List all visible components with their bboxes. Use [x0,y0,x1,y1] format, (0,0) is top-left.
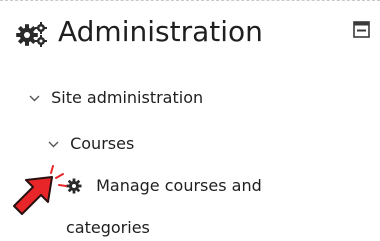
tree-item-site-administration[interactable]: Site administration [28,85,203,111]
pointer-arrow-icon [13,165,67,215]
tree-item-label: Site administration [51,88,204,107]
block-title: Administration [58,15,263,48]
tree-item-manage-courses-continued[interactable]: categories [66,215,150,241]
block-top-divider [0,0,380,1]
tree-item-courses[interactable]: Courses [47,131,134,157]
tree-item-label: Courses [70,134,135,153]
chevron-down-icon [48,141,59,148]
tree-item-label[interactable]: categories [66,218,150,237]
chevron-down-icon [29,95,40,102]
tree-item-manage-courses[interactable]: Manage courses and [66,173,262,199]
collapse-minus-icon[interactable] [353,21,370,38]
tree-item-label[interactable]: Manage courses and [96,176,262,195]
gears-icon [16,22,47,47]
